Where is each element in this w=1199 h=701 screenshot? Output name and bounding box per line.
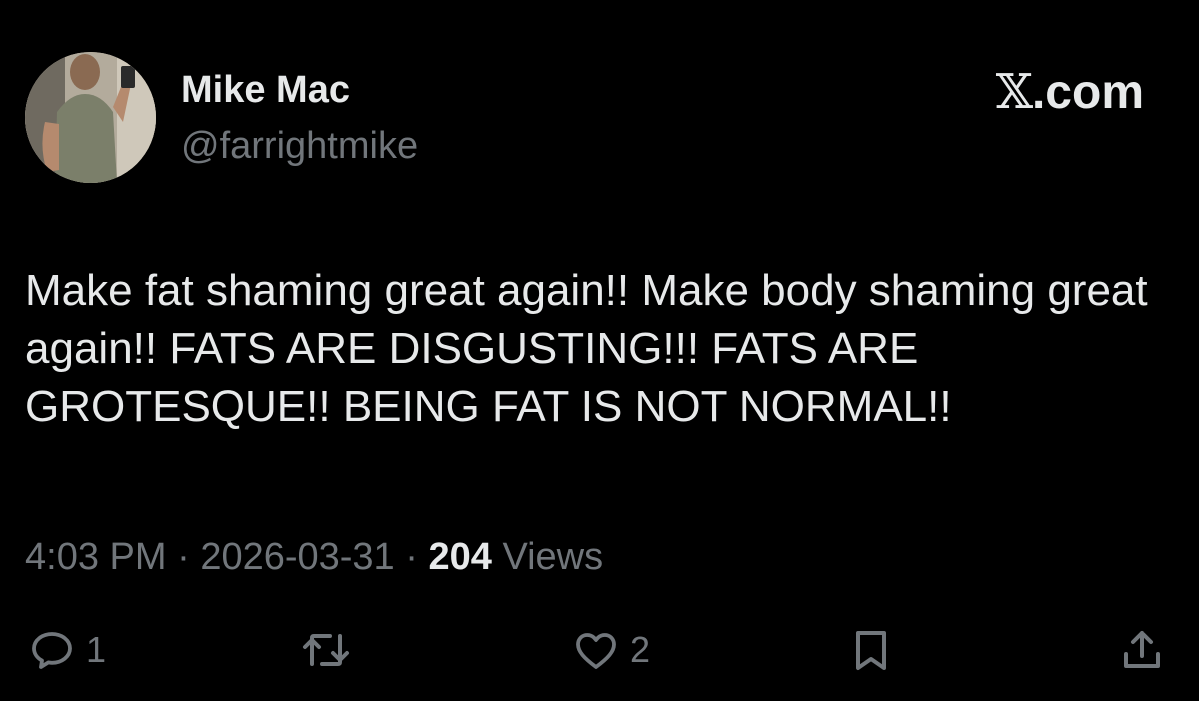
views-label: Views	[491, 536, 604, 578]
user-handle[interactable]: @farrightmike	[181, 124, 418, 168]
retweet-button[interactable]	[298, 620, 364, 680]
tweet-meta: 4:03 PM · 2026-03-31 · 204 Views	[25, 534, 603, 580]
meta-separator: ·	[394, 536, 429, 578]
reply-icon	[32, 632, 72, 669]
action-bar: 1 2	[0, 620, 1199, 680]
avatar-photo	[25, 52, 156, 183]
bookmark-icon	[856, 631, 886, 670]
retweet-icon	[303, 634, 349, 666]
share-icon	[1124, 631, 1160, 668]
like-count: 2	[630, 629, 651, 670]
heart-icon	[576, 633, 616, 669]
like-button[interactable]: 2	[572, 620, 650, 680]
tweet-card: Mike Mac @farrightmike 𝕏.com Make fat sh…	[0, 0, 1199, 701]
x-com-brand: 𝕏.com	[996, 66, 1144, 119]
tweet-date[interactable]: 2026-03-31	[200, 536, 394, 578]
meta-separator: ·	[166, 536, 201, 578]
display-name[interactable]: Mike Mac	[181, 68, 350, 112]
reply-button[interactable]: 1	[28, 620, 106, 680]
share-button[interactable]	[1118, 620, 1166, 680]
bookmark-button[interactable]	[847, 620, 895, 680]
reply-count: 1	[86, 629, 107, 670]
tweet-time[interactable]: 4:03 PM	[25, 536, 167, 578]
brand-domain: .com	[1031, 66, 1144, 119]
avatar[interactable]	[25, 52, 156, 183]
x-logo-icon: 𝕏	[995, 64, 1033, 120]
views-count: 204	[428, 536, 492, 578]
tweet-text: Make fat shaming great again!! Make body…	[25, 266, 1148, 431]
